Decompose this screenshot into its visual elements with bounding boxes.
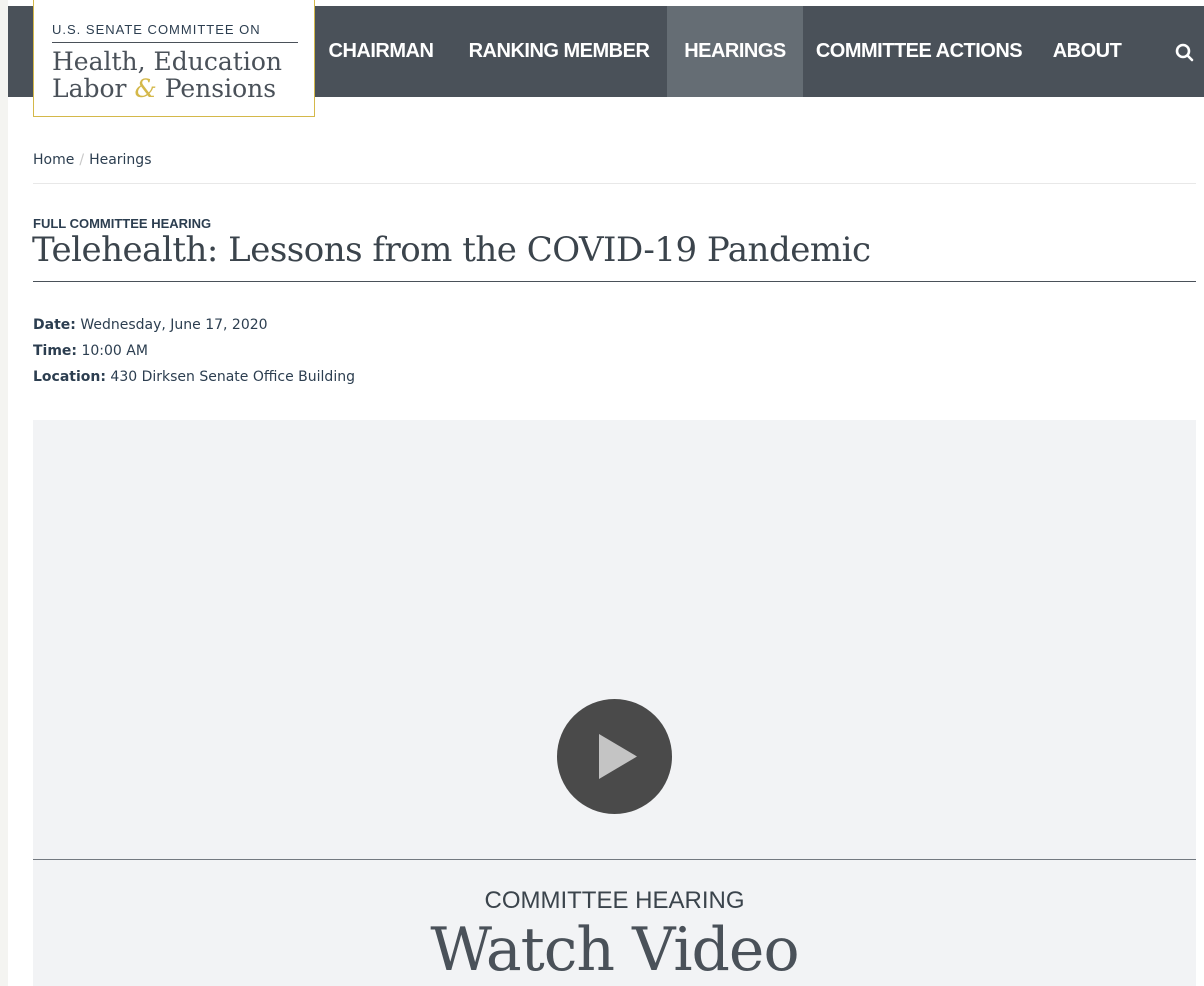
logo-line-2: Labor & Pensions (52, 75, 276, 103)
hearing-type: FULL COMMITTEE HEARING (33, 216, 212, 231)
committee-logo[interactable]: U.S. SENATE COMMITTEE ON Health, Educati… (33, 0, 315, 117)
logo-pensions: Pensions (164, 74, 277, 103)
logo-divider (52, 42, 298, 43)
breadcrumb-separator: / (79, 152, 85, 168)
search-button[interactable] (1174, 6, 1204, 97)
video-divider (33, 859, 1196, 860)
date-value: Wednesday, June 17, 2020 (80, 317, 268, 333)
breadcrumb-hearings[interactable]: Hearings (89, 152, 151, 168)
breadcrumb: Home / Hearings (33, 152, 151, 168)
nav-hearings[interactable]: HEARINGS (667, 6, 803, 97)
logo-labor: Labor (52, 74, 127, 103)
watch-video-title[interactable]: Watch Video (33, 915, 1196, 985)
hearing-time: Time: 10:00 AM (33, 343, 148, 359)
page: U.S. SENATE COMMITTEE ON Health, Educati… (8, 0, 1204, 986)
time-label: Time: (33, 343, 78, 359)
logo-line-1: Health, Education (52, 47, 282, 76)
nav-committee-actions[interactable]: COMMITTEE ACTIONS (808, 6, 1030, 97)
video-player[interactable]: COMMITTEE HEARING Watch Video (33, 420, 1196, 986)
title-divider (33, 281, 1196, 282)
nav-about[interactable]: ABOUT (1044, 6, 1130, 97)
play-icon (599, 734, 637, 779)
breadcrumb-home[interactable]: Home (33, 152, 74, 168)
video-eyebrow: COMMITTEE HEARING (484, 887, 745, 914)
logo-ampersand: & (134, 74, 157, 103)
hearing-date: Date: Wednesday, June 17, 2020 (33, 317, 268, 333)
location-value: 430 Dirksen Senate Office Building (110, 369, 355, 385)
page-title: Telehealth: Lessons from the COVID-19 Pa… (32, 230, 871, 270)
hearing-location: Location: 430 Dirksen Senate Office Buil… (33, 369, 355, 385)
location-label: Location: (33, 369, 106, 385)
logo-top-line: U.S. SENATE COMMITTEE ON (52, 22, 261, 37)
nav-chairman[interactable]: CHAIRMAN (320, 6, 442, 97)
date-label: Date: (33, 317, 76, 333)
breadcrumb-divider (33, 183, 1196, 184)
play-button[interactable] (557, 699, 672, 814)
time-value: 10:00 AM (81, 343, 148, 359)
search-icon (1175, 43, 1194, 61)
nav-ranking-member[interactable]: RANKING MEMBER (464, 6, 654, 97)
